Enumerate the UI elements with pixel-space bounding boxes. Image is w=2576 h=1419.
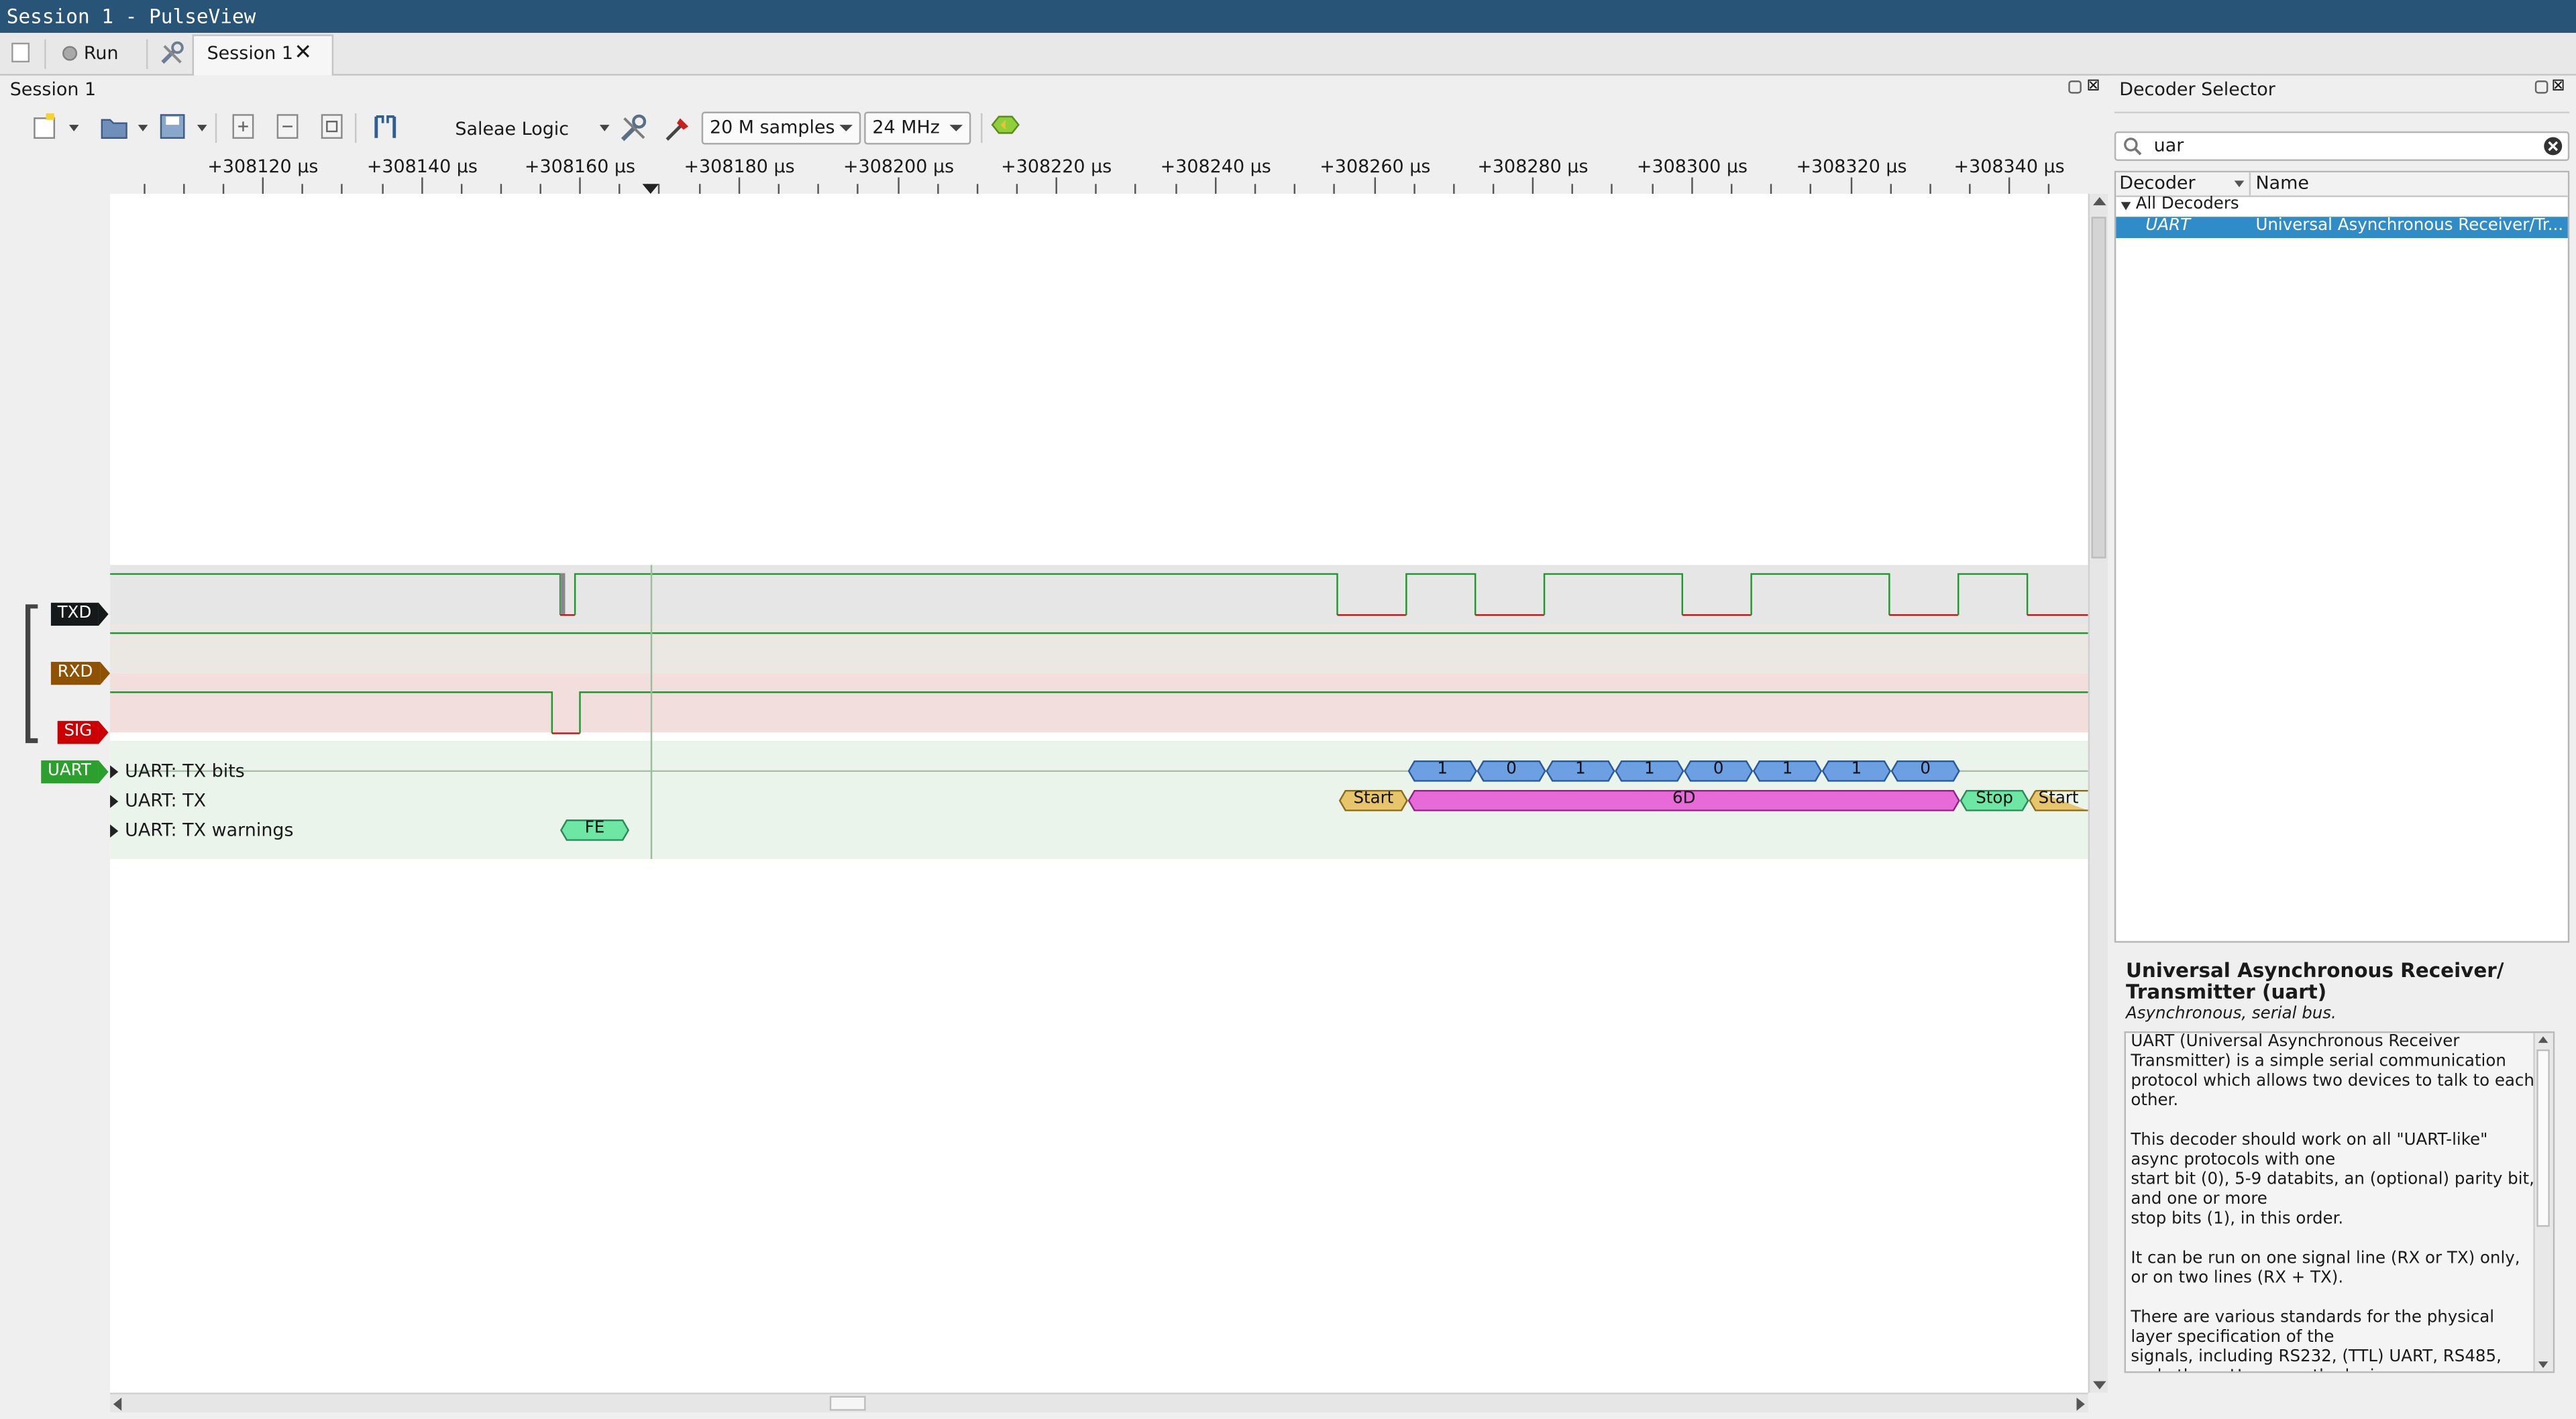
chevron-down-icon[interactable] bbox=[138, 125, 148, 131]
clear-search-icon[interactable] bbox=[2543, 136, 2563, 156]
scroll-right-icon[interactable] bbox=[2076, 1398, 2085, 1411]
add-decoder-icon[interactable] bbox=[991, 113, 1020, 143]
chevron-down-icon bbox=[949, 125, 963, 131]
scroll-up-icon[interactable] bbox=[2093, 196, 2106, 206]
samples-combo[interactable]: 20 M samples bbox=[701, 111, 861, 145]
scroll-up-icon[interactable] bbox=[2538, 1036, 2548, 1043]
search-icon bbox=[2124, 137, 2142, 156]
decoder-row-tx-warnings[interactable]: UART: TX warnings bbox=[125, 819, 293, 841]
save-icon[interactable] bbox=[160, 113, 188, 143]
run-status-icon bbox=[62, 46, 78, 61]
separator bbox=[2114, 111, 2570, 123]
probe-config-icon[interactable] bbox=[663, 113, 693, 143]
close-tab-icon[interactable]: ✕ bbox=[294, 36, 312, 72]
column-decoder[interactable]: Decoder bbox=[2119, 172, 2195, 194]
window-titlebar: Session 1 - PulseView bbox=[0, 0, 2576, 33]
scroll-down-icon[interactable] bbox=[2538, 1361, 2548, 1369]
chevron-down-icon[interactable] bbox=[599, 125, 610, 131]
close-panel-icon[interactable]: ⊠ bbox=[2551, 77, 2565, 95]
decoder-description[interactable]: UART (Universal Asynchronous Receiver Tr… bbox=[2124, 1031, 2555, 1373]
chevron-down-icon[interactable] bbox=[197, 125, 207, 131]
uart-bit-annotation[interactable]: 0 bbox=[1684, 760, 1754, 782]
decoder-row-tx-bits[interactable]: UART: TX bits bbox=[125, 760, 245, 782]
scroll-left-icon[interactable] bbox=[113, 1398, 122, 1411]
uart-stop-annotation[interactable]: Stop bbox=[1960, 789, 2029, 811]
expand-triangle-icon[interactable] bbox=[110, 795, 119, 808]
uart-bit-annotation[interactable]: 0 bbox=[1477, 760, 1546, 782]
description-scrollbar[interactable] bbox=[2533, 1033, 2553, 1371]
tree-item-uart[interactable]: UART Universal Asynchronous Receiver/Tr.… bbox=[2116, 217, 2568, 239]
horizontal-scroll-thumb[interactable] bbox=[829, 1396, 866, 1411]
decoder-label-uart[interactable]: UART bbox=[41, 760, 107, 784]
new-tab-icon[interactable] bbox=[11, 42, 30, 63]
decoder-tree-header: Decoder Name bbox=[2116, 172, 2568, 197]
zoom-in-icon[interactable] bbox=[231, 113, 254, 143]
session-toolbar: Saleae Logic 20 M samples 24 MHz bbox=[0, 105, 2110, 152]
channel-group-bracket bbox=[25, 604, 38, 744]
channel-label-sig[interactable]: SIG bbox=[57, 721, 109, 744]
expand-arrow-icon[interactable] bbox=[2121, 202, 2131, 211]
zoom-fit-icon[interactable] bbox=[321, 113, 343, 143]
time-ruler[interactable]: +308120 µs +308140 µs +308160 µs +308180… bbox=[110, 151, 2088, 194]
uart-start-annotation[interactable]: Start bbox=[2029, 789, 2088, 811]
scroll-down-icon[interactable] bbox=[2093, 1381, 2106, 1389]
decoder-info-subtitle: Asynchronous, serial bus. bbox=[2126, 1005, 2337, 1023]
device-selector[interactable]: Saleae Logic bbox=[455, 118, 569, 139]
decoder-info-title: Universal Asynchronous Receiver/ Transmi… bbox=[2126, 959, 2504, 1004]
float-panel-icon[interactable] bbox=[2068, 80, 2082, 94]
main-tabbar: Run Session 1 ✕ bbox=[0, 32, 2576, 76]
samplerate-combo[interactable]: 24 MHz bbox=[864, 111, 971, 145]
vertical-scrollbar[interactable] bbox=[2088, 193, 2108, 1393]
trace-view[interactable]: 1 0 1 1 0 1 1 0 Start 6D Stop Start FE bbox=[110, 193, 2088, 1393]
vertical-scroll-thumb[interactable] bbox=[2091, 217, 2106, 559]
channel-label-rxd[interactable]: RXD bbox=[50, 661, 109, 685]
horizontal-scrollbar[interactable] bbox=[110, 1392, 2088, 1413]
window-title: Session 1 - PulseView bbox=[6, 5, 256, 28]
device-config-icon[interactable] bbox=[619, 113, 649, 143]
uart-bit-annotation[interactable]: 1 bbox=[1753, 760, 1822, 782]
uart-bit-annotation[interactable]: 1 bbox=[1821, 760, 1891, 782]
open-folder-icon[interactable] bbox=[100, 113, 128, 143]
float-panel-icon[interactable] bbox=[2534, 80, 2548, 94]
uart-warning-annotation[interactable]: FE bbox=[560, 819, 629, 841]
tab-session-1[interactable]: Session 1 ✕ bbox=[192, 34, 334, 76]
decoder-selector-title: Decoder Selector bbox=[2119, 78, 2275, 101]
uart-bit-annotation[interactable]: 1 bbox=[1615, 760, 1684, 782]
decoder-search-input[interactable]: uar bbox=[2114, 131, 2570, 162]
uart-start-annotation[interactable]: Start bbox=[1338, 789, 1408, 811]
zoom-out-icon[interactable] bbox=[276, 113, 299, 143]
new-document-icon[interactable] bbox=[33, 113, 56, 143]
run-button[interactable]: Run bbox=[52, 40, 128, 69]
expand-triangle-icon[interactable] bbox=[110, 765, 119, 779]
decoder-selector-panel: Decoder Selector ⊠ uar Decoder Name All … bbox=[2109, 75, 2576, 1419]
uart-bit-annotation[interactable]: 1 bbox=[1407, 760, 1477, 782]
ruler-ticks bbox=[144, 177, 2050, 194]
tree-group-all-decoders[interactable]: All Decoders bbox=[2116, 195, 2567, 217]
decoder-tree[interactable]: Decoder Name All Decoders UART Universal… bbox=[2114, 170, 2570, 943]
uart-bit-annotation[interactable]: 1 bbox=[1546, 760, 1615, 782]
chevron-down-icon[interactable] bbox=[68, 125, 79, 131]
cursor-markers-icon[interactable] bbox=[371, 113, 400, 143]
close-panel-icon[interactable]: ⊠ bbox=[2086, 77, 2100, 95]
expand-triangle-icon[interactable] bbox=[110, 824, 119, 838]
column-name[interactable]: Name bbox=[2255, 172, 2308, 194]
uart-data-annotation[interactable]: 6D bbox=[1407, 789, 1960, 811]
cursor-marker-icon bbox=[642, 184, 659, 194]
session-panel-title: Session 1 bbox=[9, 78, 97, 101]
sort-indicator-icon bbox=[2234, 180, 2245, 188]
decoder-row-tx[interactable]: UART: TX bbox=[125, 790, 206, 811]
splitter[interactable] bbox=[2114, 946, 2569, 951]
settings-tools-icon[interactable] bbox=[160, 41, 186, 67]
description-scroll-thumb[interactable] bbox=[2536, 1049, 2550, 1227]
channel-label-txd[interactable]: TXD bbox=[50, 602, 107, 626]
uart-bit-annotation[interactable]: 0 bbox=[1890, 760, 1960, 782]
chevron-down-icon bbox=[839, 125, 853, 131]
